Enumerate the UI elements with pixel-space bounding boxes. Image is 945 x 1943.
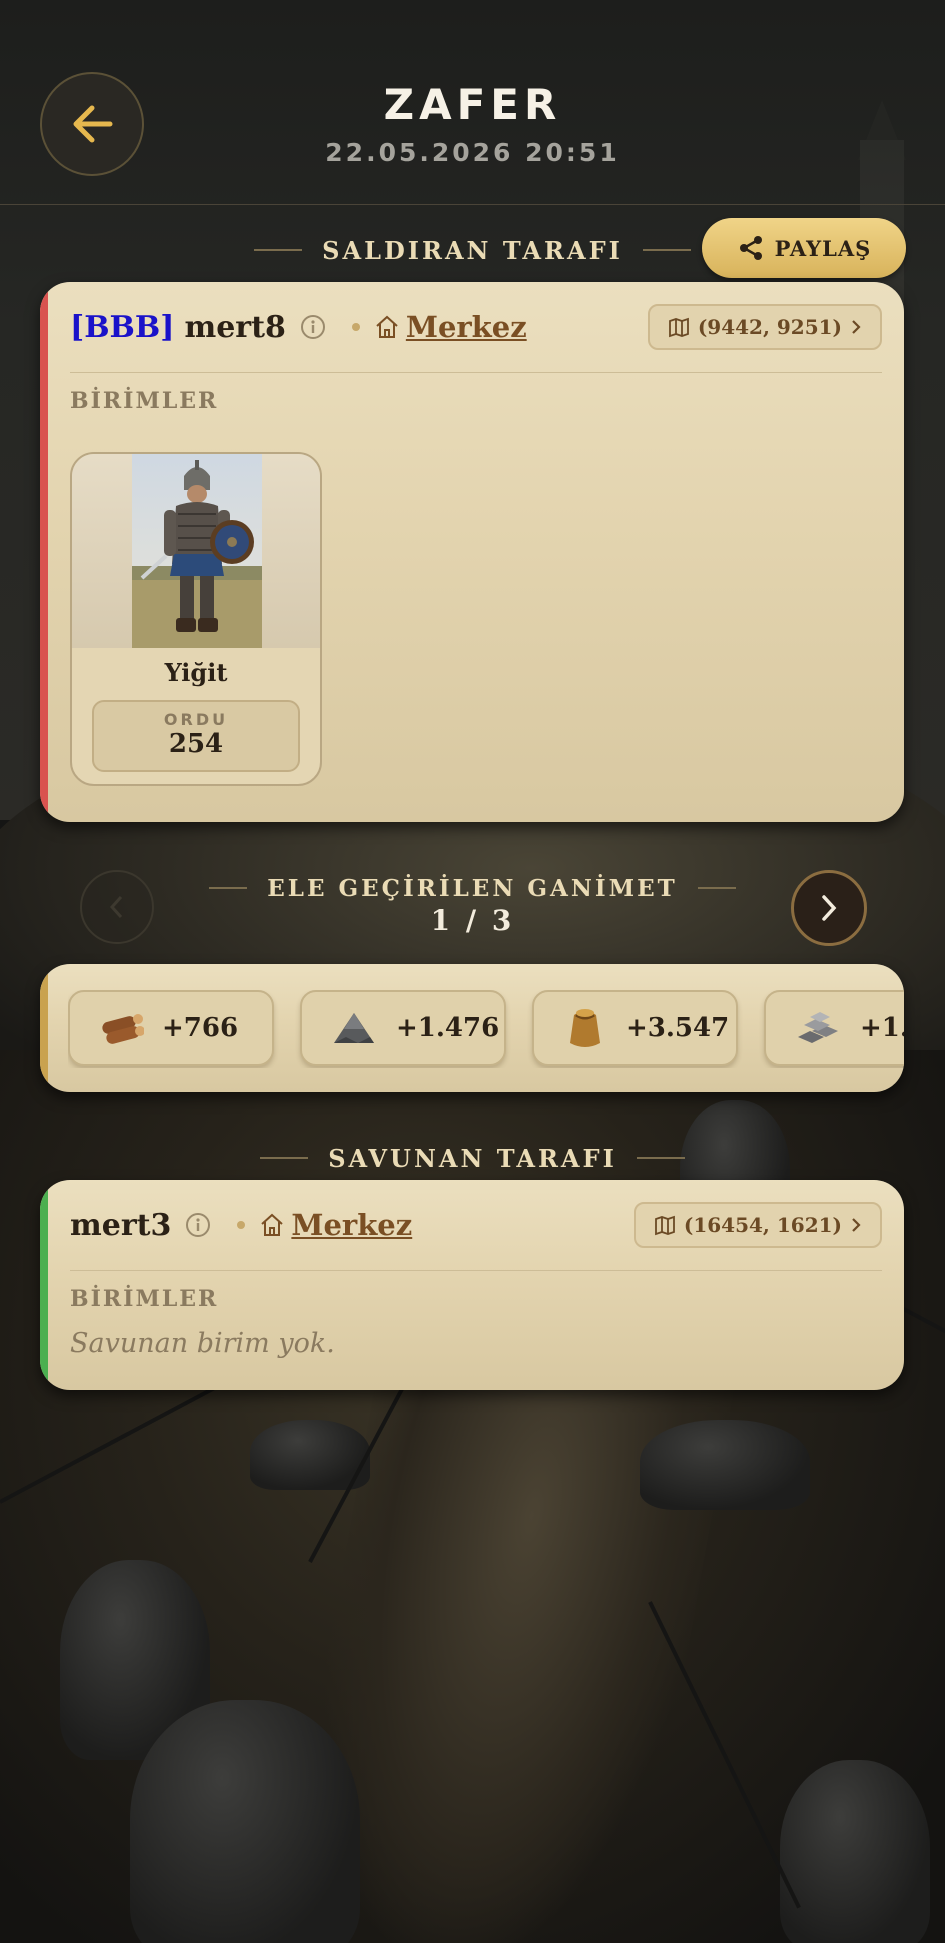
loot-section-title: ELE GEÇİRİLEN GANİMET (267, 874, 678, 902)
unit-card-yigit[interactable]: Yiğit ORDU 254 (70, 452, 322, 786)
separator-dot (351, 323, 360, 331)
attacker-divider (70, 372, 882, 373)
home-icon (376, 315, 398, 338)
loot-scroller[interactable]: +766 +1.476 +3.547 +1 (68, 990, 904, 1068)
attacker-city-link[interactable]: Merkez (406, 310, 527, 344)
attacker-section-title: SALDIRAN TARAFI (322, 235, 623, 265)
home-icon (261, 1213, 284, 1236)
unit-portrait (72, 454, 320, 648)
info-icon[interactable] (185, 1212, 211, 1238)
defender-empty-units: Savunan birim yok. (70, 1328, 335, 1359)
loot-item-iron[interactable]: +1.8 (764, 990, 904, 1066)
defender-card: mert3 Merkez (16454, 1621) BİRİMLER Savu… (40, 1180, 904, 1390)
share-icon (739, 236, 762, 260)
defender-player-row: mert3 Merkez (16454, 1621) (70, 1202, 882, 1248)
chevron-right-icon (822, 895, 837, 921)
loot-amount: +1.476 (396, 1013, 500, 1043)
attacker-player-name[interactable]: mert8 (184, 310, 285, 345)
army-label: ORDU (163, 710, 229, 729)
defender-section-heading: SAVUNAN TARAFI (0, 1138, 945, 1178)
defender-divider (70, 1270, 882, 1271)
loot-next-button[interactable] (791, 870, 867, 946)
defender-section-title: SAVUNAN TARAFI (328, 1143, 617, 1173)
loot-amount: +766 (162, 1013, 239, 1043)
loot-item-stone[interactable]: +1.476 (300, 990, 506, 1066)
wood-logs-icon (102, 1014, 144, 1044)
separator-dot (237, 1221, 246, 1229)
grain-sack-icon (570, 1009, 600, 1047)
unit-name: Yiğit (164, 658, 228, 687)
attacker-card: [BBB] mert8 Merkez (9442, 9251) BİRİMLER (40, 282, 904, 822)
page-title: ZAFER (383, 80, 562, 129)
alliance-tag[interactable]: [BBB] (70, 310, 174, 345)
info-icon[interactable] (300, 314, 326, 340)
army-count: 254 (168, 729, 224, 759)
attacker-coordinates: (9442, 9251) (697, 315, 842, 339)
battle-timestamp: 22.05.2026 20:51 (325, 138, 620, 167)
chevron-right-icon (852, 1218, 861, 1232)
loot-amount: +1.8 (860, 1013, 904, 1043)
header-divider (0, 204, 945, 205)
map-icon (654, 1215, 675, 1236)
unit-army-count-box: ORDU 254 (92, 700, 300, 772)
defender-units-label: BİRİMLER (70, 1286, 219, 1312)
share-button-label: PAYLAŞ (774, 235, 872, 261)
loot-strip: +766 +1.476 +3.547 +1 (40, 964, 904, 1092)
attacker-player-row: [BBB] mert8 Merkez (9442, 9251) (70, 304, 882, 350)
defender-accent-bar (40, 1180, 48, 1390)
attacker-units-label: BİRİMLER (70, 388, 219, 414)
warrior-portrait-icon (132, 454, 262, 648)
loot-item-wood[interactable]: +766 (68, 990, 274, 1066)
loot-item-grain[interactable]: +3.547 (532, 990, 738, 1066)
map-icon (668, 317, 689, 338)
iron-ingots-icon (798, 1012, 838, 1043)
stone-pile-icon (334, 1013, 374, 1043)
attacker-coordinates-button[interactable]: (9442, 9251) (647, 304, 882, 350)
chevron-right-icon (852, 320, 861, 334)
attacker-accent-bar (40, 282, 48, 822)
defender-city-link[interactable]: Merkez (291, 1208, 412, 1242)
defender-player-name[interactable]: mert3 (70, 1208, 171, 1243)
defender-coordinates: (16454, 1621) (683, 1213, 842, 1237)
loot-accent-bar (40, 964, 48, 1092)
loot-amount: +3.547 (626, 1013, 730, 1043)
share-button[interactable]: PAYLAŞ (702, 218, 906, 278)
defender-coordinates-button[interactable]: (16454, 1621) (633, 1202, 882, 1248)
